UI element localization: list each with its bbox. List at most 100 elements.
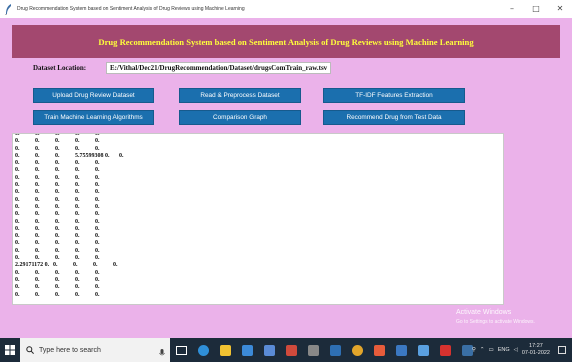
window-title-bar[interactable]: Drug Recommendation System based on Sent…: [0, 0, 572, 18]
output-value: 0.: [15, 145, 20, 152]
recommend-drug-button[interactable]: Recommend Drug from Test Data: [323, 110, 465, 125]
photos-icon[interactable]: [280, 338, 302, 362]
output-value: 0.: [55, 152, 60, 159]
output-value: 0.: [35, 167, 40, 174]
output-value: 0.: [95, 255, 100, 262]
output-value: 0.: [95, 196, 100, 203]
output-value: 0.: [15, 152, 20, 159]
output-value: 0.: [95, 167, 100, 174]
output-line: 0. 0. 0. 0. 0.: [15, 146, 139, 153]
output-value: 0.: [75, 138, 80, 145]
output-value: 0.: [75, 247, 80, 254]
minimize-button[interactable]: –: [506, 0, 518, 18]
battery-icon[interactable]: ▭: [489, 347, 494, 353]
volume-icon[interactable]: ◁: [514, 347, 518, 353]
output-value: 0.: [75, 160, 80, 167]
output-value: 0.: [55, 182, 60, 189]
train-algorithms-button[interactable]: Train Machine Learning Algorithms: [33, 110, 154, 125]
output-line: 0. 0. 0. 0. 0.: [15, 175, 139, 182]
output-line: 0. 0. 0. 0. 0.: [15, 255, 139, 262]
output-line: 0. 0. 0. 0. 0.: [15, 219, 139, 226]
paint-icon[interactable]: [368, 338, 390, 362]
chevron-up-icon[interactable]: ⌃: [480, 347, 485, 353]
header-band: Drug Recommendation System based on Sent…: [12, 25, 560, 58]
output-value: 0.: [55, 240, 60, 247]
output-value: 0.: [35, 160, 40, 167]
notepad-icon[interactable]: [412, 338, 434, 362]
output-value: 0.: [15, 233, 20, 240]
output-value: 0.: [15, 218, 20, 225]
task-view-icon[interactable]: [170, 338, 192, 362]
output-value: 0.: [93, 262, 98, 269]
output-value: 0.: [75, 211, 80, 218]
output-line: 0. 0. 0. 0. 0.: [15, 167, 139, 174]
calculator-icon[interactable]: [302, 338, 324, 362]
output-line: 0. 0. 0. 0. 0.: [15, 240, 139, 247]
output-line: 0. 0. 0. 0. 0.: [15, 204, 139, 211]
output-value: 0.: [15, 276, 20, 283]
tfidf-extraction-button[interactable]: TF-IDF Features Extraction: [323, 88, 465, 103]
store-icon[interactable]: [236, 338, 258, 362]
mail-icon[interactable]: [258, 338, 280, 362]
python-icon[interactable]: [390, 338, 412, 362]
output-value: 0.: [35, 138, 40, 145]
output-value: 0.: [55, 247, 60, 254]
output-text-area[interactable]: 0. 0. 0. 0. 0. 0. 0. 0. 0. 0. 0. 0. 0. 0. 0. 0. 0. 0. 5.75…: [12, 133, 504, 305]
output-value: 0.: [55, 138, 60, 145]
output-value: 0.: [75, 240, 80, 247]
output-value: 0.: [55, 233, 60, 240]
output-value: 0.: [15, 189, 20, 196]
output-value: 0.: [35, 247, 40, 254]
output-value: 0.: [95, 211, 100, 218]
preprocess-dataset-button[interactable]: Read & Preprocess Dataset: [179, 88, 301, 103]
file-explorer-icon[interactable]: [214, 338, 236, 362]
output-value: 0.: [35, 152, 40, 159]
edge-browser-icon[interactable]: [192, 338, 214, 362]
output-value: 0.: [95, 218, 100, 225]
output-value: 0.: [15, 225, 20, 232]
output-value: 0.: [35, 276, 40, 283]
clock-time: 17:27: [529, 343, 543, 349]
maximize-button[interactable]: □: [530, 0, 542, 18]
output-value: 0.: [119, 152, 124, 159]
output-value: 0.: [95, 284, 100, 291]
activate-windows-subtitle: Go to Settings to activate Windows.: [456, 319, 535, 325]
output-value: 0.: [15, 269, 20, 276]
notification-icon[interactable]: [558, 346, 566, 354]
output-value: 0.: [35, 145, 40, 152]
output-value: 0.: [15, 211, 20, 218]
upload-dataset-button[interactable]: Upload Drug Review Dataset: [33, 88, 154, 103]
close-button[interactable]: ✕: [554, 0, 566, 18]
comparison-graph-button[interactable]: Comparison Graph: [179, 110, 301, 125]
language-label[interactable]: ENG: [498, 347, 510, 353]
windows-start-icon[interactable]: [0, 338, 20, 362]
output-line: 0. 0. 0. 0. 0.: [15, 138, 139, 145]
output-value: 0.: [55, 145, 60, 152]
output-value: 0.: [75, 182, 80, 189]
output-value: 0.: [35, 255, 40, 262]
output-value: 0.: [15, 138, 20, 145]
clock-date: 07-01-2022: [521, 350, 550, 356]
output-value: 0.: [95, 189, 100, 196]
output-value: 0.: [75, 189, 80, 196]
output-value: 0.: [75, 218, 80, 225]
activate-windows-title: Activate Windows: [456, 309, 512, 316]
taskbar-search-box[interactable]: Type here to search: [20, 338, 170, 362]
output-value: 0.: [95, 247, 100, 254]
terminal-icon[interactable]: [324, 338, 346, 362]
clock[interactable]: 17:27 07-01-2022: [522, 343, 550, 357]
chrome-icon[interactable]: [346, 338, 368, 362]
output-value: 0.: [75, 291, 80, 298]
people-icon[interactable]: ⚲: [472, 347, 476, 353]
acrobat-icon[interactable]: [434, 338, 456, 362]
output-value: 0.: [55, 160, 60, 167]
output-value: 0.: [15, 182, 20, 189]
output-value: 0.: [55, 218, 60, 225]
output-value: 0.: [35, 196, 40, 203]
microphone-icon[interactable]: [159, 345, 165, 362]
output-value: 0.: [55, 255, 60, 262]
output-value: 0.: [95, 225, 100, 232]
output-value: 0.: [55, 276, 60, 283]
output-value: 0.: [15, 255, 20, 262]
window-controls: – □ ✕: [506, 0, 566, 18]
